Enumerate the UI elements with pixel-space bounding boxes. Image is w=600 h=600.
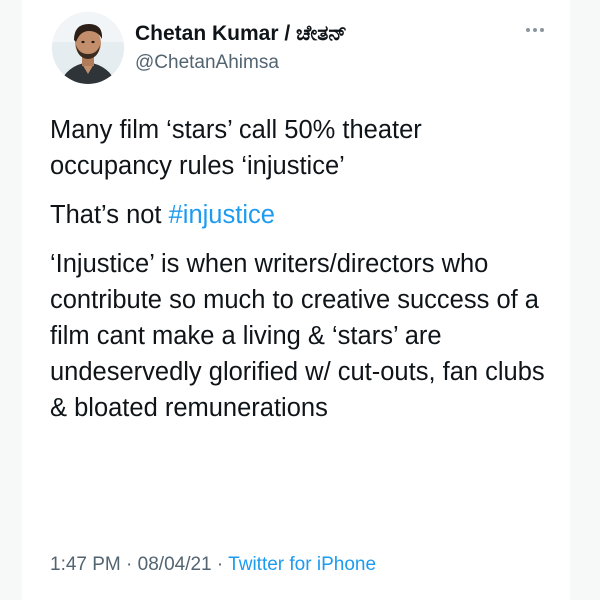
screenshot-frame: Chetan Kumar / ಚೇತನ್ @ChetanAhimsa Many … [0, 0, 600, 600]
more-dot [533, 28, 537, 32]
tweet-paragraph-3: ‘Injustice’ is when writers/directors wh… [50, 250, 545, 422]
more-dot [540, 28, 544, 32]
more-dot [526, 28, 530, 32]
meta-separator: · [211, 554, 229, 575]
tweet-paragraph-1: Many film ‘stars’ call 50% theater occup… [50, 116, 422, 180]
tweet-metadata: 1:47 PM · 08/04/21 · Twitter for iPhone [50, 554, 376, 576]
meta-separator: · [120, 554, 138, 575]
author-display-name[interactable]: Chetan Kumar / ಚೇತನ್ [135, 22, 347, 46]
tweet-card: Chetan Kumar / ಚೇತನ್ @ChetanAhimsa Many … [22, 0, 570, 600]
left-background [0, 0, 22, 600]
tweet-time[interactable]: 1:47 PM [50, 554, 121, 575]
avatar-photo [52, 12, 124, 84]
right-background [570, 0, 600, 600]
avatar[interactable] [52, 12, 124, 84]
author-handle[interactable]: @ChetanAhimsa [135, 52, 279, 74]
hashtag-link[interactable]: #injustice [169, 201, 275, 229]
more-options-icon[interactable] [520, 20, 550, 40]
tweet-date[interactable]: 08/04/21 [138, 554, 212, 575]
tweet-source-link[interactable]: Twitter for iPhone [228, 554, 376, 575]
tweet-paragraph-2-text: That’s not [50, 201, 169, 229]
tweet-paragraph-2: That’s not #injustice [50, 197, 550, 233]
tweet-text: Many film ‘stars’ call 50% theater occup… [50, 112, 550, 439]
